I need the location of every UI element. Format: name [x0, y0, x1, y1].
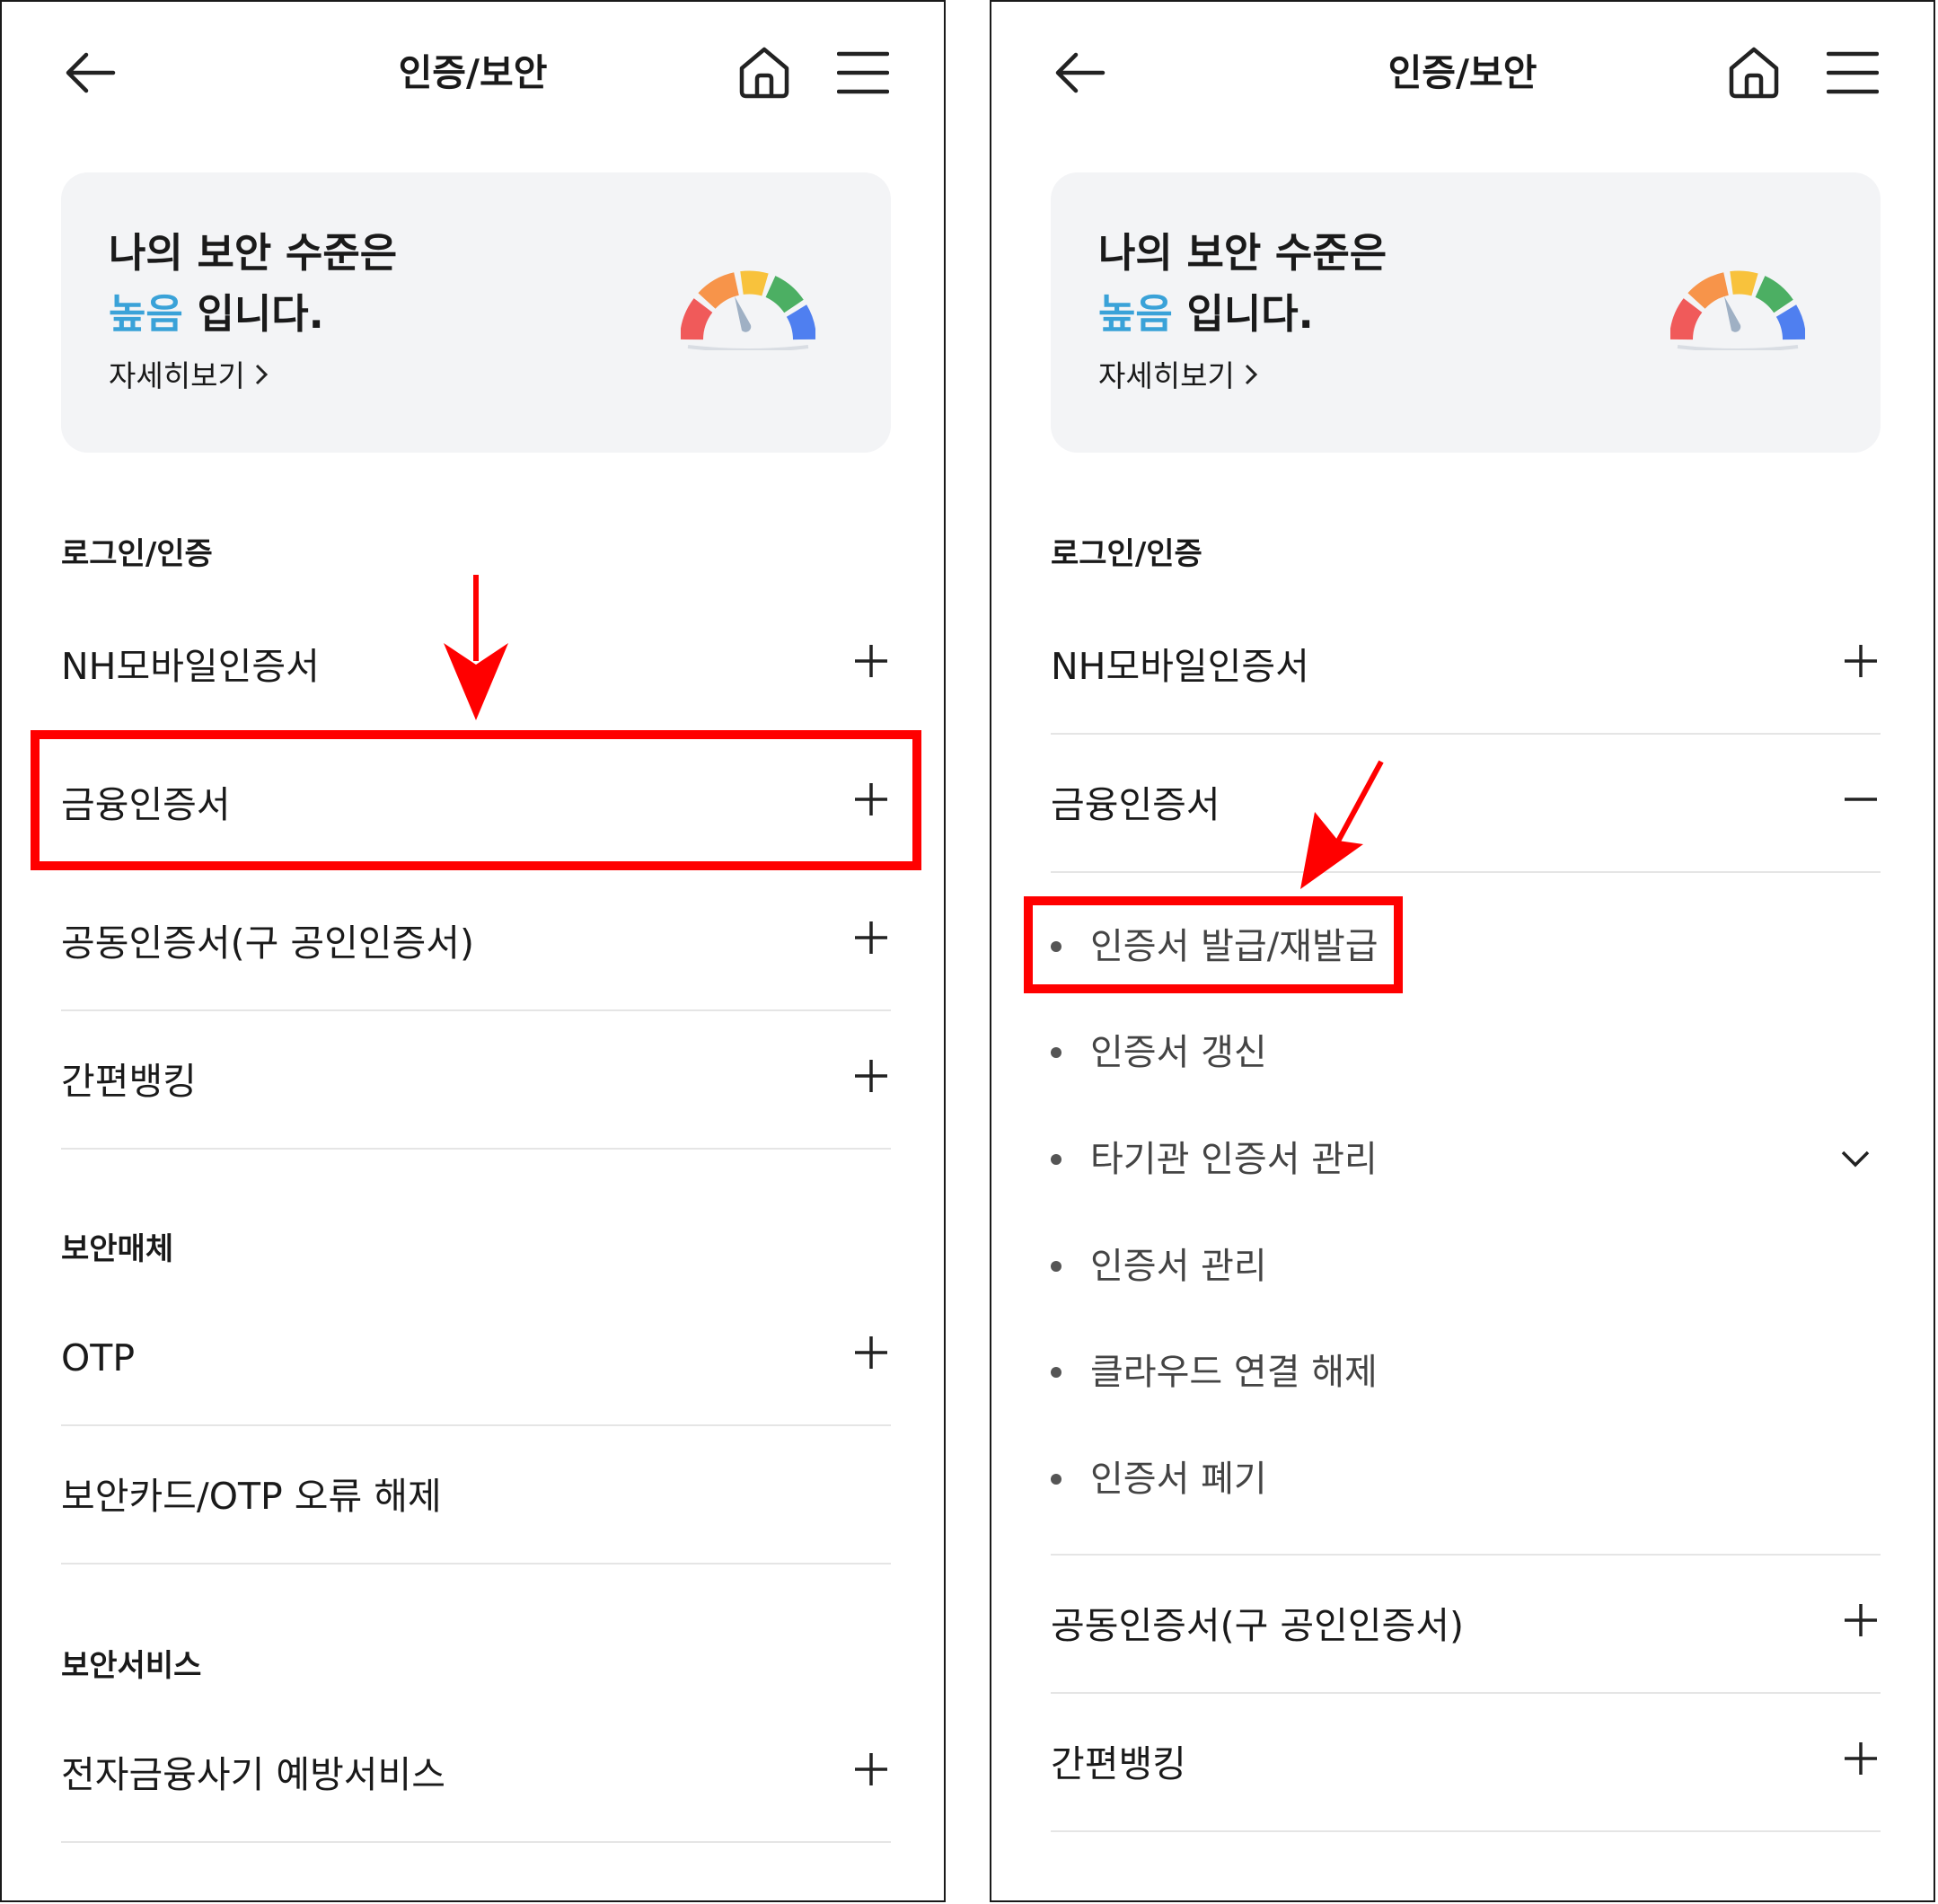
security-level-value-line: 높음 입니다. [1098, 287, 1314, 341]
sub-item-cert-renew[interactable]: 인증서 갱신 [1051, 1008, 1881, 1097]
sub-item-label: 인증서 폐기 [1090, 1459, 1267, 1500]
home-icon[interactable] [736, 45, 792, 101]
security-level-text: 나의 보안 수준은 [1098, 229, 1387, 277]
page-title: 인증/보안 [1387, 51, 1537, 94]
hamburger-menu-icon[interactable] [837, 50, 889, 95]
security-level-value: 높음 [1098, 290, 1173, 338]
plus-icon[interactable] [1843, 643, 1879, 679]
plus-icon[interactable] [853, 643, 889, 679]
bullet [1051, 1047, 1061, 1058]
security-level-card[interactable]: 나의 보안 수준은 높음 입니다. 자세히보기 [1051, 172, 1881, 453]
highlight-box [31, 730, 921, 870]
menu-item-simple-banking[interactable]: 간편뱅킹 [61, 1011, 891, 1150]
security-level-card[interactable]: 나의 보안 수준은 높음 입니다. 자세히보기 [61, 172, 891, 453]
menu-item-simple-banking[interactable]: 간편뱅킹 [1051, 1694, 1881, 1832]
red-arrow-annotation [444, 575, 508, 720]
screen-left: 인증/보안 나의 보안 수준은 높음 입니다. 자세히보기 로그인/인증 NH모… [0, 0, 946, 1902]
app-header: 인증/보안 [2, 2, 944, 145]
menu-item-label: 간편뱅킹 [1051, 1742, 1186, 1785]
detail-link[interactable]: 자세히보기 [1098, 356, 1258, 397]
bullet [1051, 1154, 1061, 1165]
menu-item-otp[interactable]: OTP [61, 1288, 891, 1426]
sub-item-cloud-disconnect[interactable]: 클라우드 연결 해제 [1051, 1327, 1881, 1417]
menu-item-joint-cert[interactable]: 공동인증서(구 공인인증서) [61, 873, 891, 1011]
sub-item-label: 인증서 갱신 [1090, 1032, 1267, 1073]
plus-icon[interactable] [853, 1751, 889, 1787]
plus-icon[interactable] [1843, 1741, 1879, 1776]
sub-item-cert-revoke[interactable]: 인증서 폐기 [1051, 1434, 1881, 1524]
section-title-login: 로그인/인증 [1051, 536, 1202, 572]
chevron-down-icon[interactable] [1839, 1145, 1872, 1172]
menu-item-label: 보안카드/OTP 오류 해제 [61, 1475, 442, 1518]
section-title-security-media: 보안매체 [61, 1231, 174, 1267]
bullet [1051, 1474, 1061, 1485]
security-level-value-line: 높음 입니다. [109, 287, 324, 341]
chevron-right-icon [1245, 364, 1257, 385]
minus-icon[interactable] [1843, 781, 1879, 817]
gauge-icon [681, 270, 815, 350]
menu-item-label: NH모바일인증서 [1051, 645, 1309, 688]
sub-item-cert-manage[interactable]: 인증서 관리 [1051, 1221, 1881, 1311]
menu-item-label: 공동인증서(구 공인인증서) [61, 921, 474, 965]
plus-icon[interactable] [853, 1335, 889, 1371]
security-level-value: 높음 [109, 290, 183, 338]
menu-item-label: 전자금융사기 예방서비스 [61, 1753, 445, 1796]
plus-icon[interactable] [853, 920, 889, 956]
plus-icon[interactable] [853, 1058, 889, 1094]
sub-item-other-institution-cert[interactable]: 타기관 인증서 관리 [1051, 1115, 1881, 1204]
security-level-suffix: 입니다. [182, 290, 324, 338]
screen-right: 인증/보안 나의 보안 수준은 높음 입니다. 자세히보기 로그인/인증 NH모… [990, 0, 1935, 1902]
bullet [1051, 1367, 1061, 1378]
chevron-right-icon [255, 364, 268, 385]
plus-icon[interactable] [1843, 1602, 1879, 1638]
menu-item-label: 공동인증서(구 공인인증서) [1051, 1604, 1464, 1647]
detail-link-label: 자세히보기 [109, 358, 245, 393]
app-header: 인증/보안 [991, 2, 1934, 145]
detail-link-label: 자세히보기 [1098, 358, 1235, 393]
menu-item-label: OTP [61, 1336, 136, 1380]
sub-item-label: 인증서 관리 [1090, 1246, 1267, 1287]
sub-item-label: 클라우드 연결 해제 [1090, 1352, 1378, 1393]
menu-item-label: 간편뱅킹 [61, 1060, 197, 1103]
home-icon[interactable] [1726, 45, 1782, 101]
highlight-box [1024, 896, 1403, 993]
hamburger-menu-icon[interactable] [1827, 50, 1879, 95]
menu-item-nh-mobile-cert[interactable]: NH모바일인증서 [1051, 596, 1881, 735]
detail-link[interactable]: 자세히보기 [109, 356, 269, 397]
sub-item-label: 타기관 인증서 관리 [1090, 1139, 1378, 1180]
red-arrow-annotation [1300, 760, 1384, 889]
section-title-security-service: 보안서비스 [61, 1648, 202, 1684]
menu-item-label: NH모바일인증서 [61, 645, 320, 688]
bullet [1051, 1261, 1061, 1272]
page-title: 인증/보안 [398, 51, 548, 94]
menu-item-otp-error-release[interactable]: 보안카드/OTP 오류 해제 [61, 1426, 891, 1565]
menu-item-financial-cert[interactable]: 금융인증서 [1051, 735, 1881, 873]
gauge-icon [1670, 270, 1805, 350]
menu-item-fraud-prevention[interactable]: 전자금융사기 예방서비스 [61, 1705, 891, 1843]
menu-item-label: 금융인증서 [1051, 783, 1220, 826]
security-level-suffix: 입니다. [1172, 290, 1314, 338]
security-level-text: 나의 보안 수준은 [109, 229, 398, 277]
menu-item-joint-cert[interactable]: 공동인증서(구 공인인증서) [1051, 1556, 1881, 1694]
section-title-login: 로그인/인증 [61, 536, 213, 572]
